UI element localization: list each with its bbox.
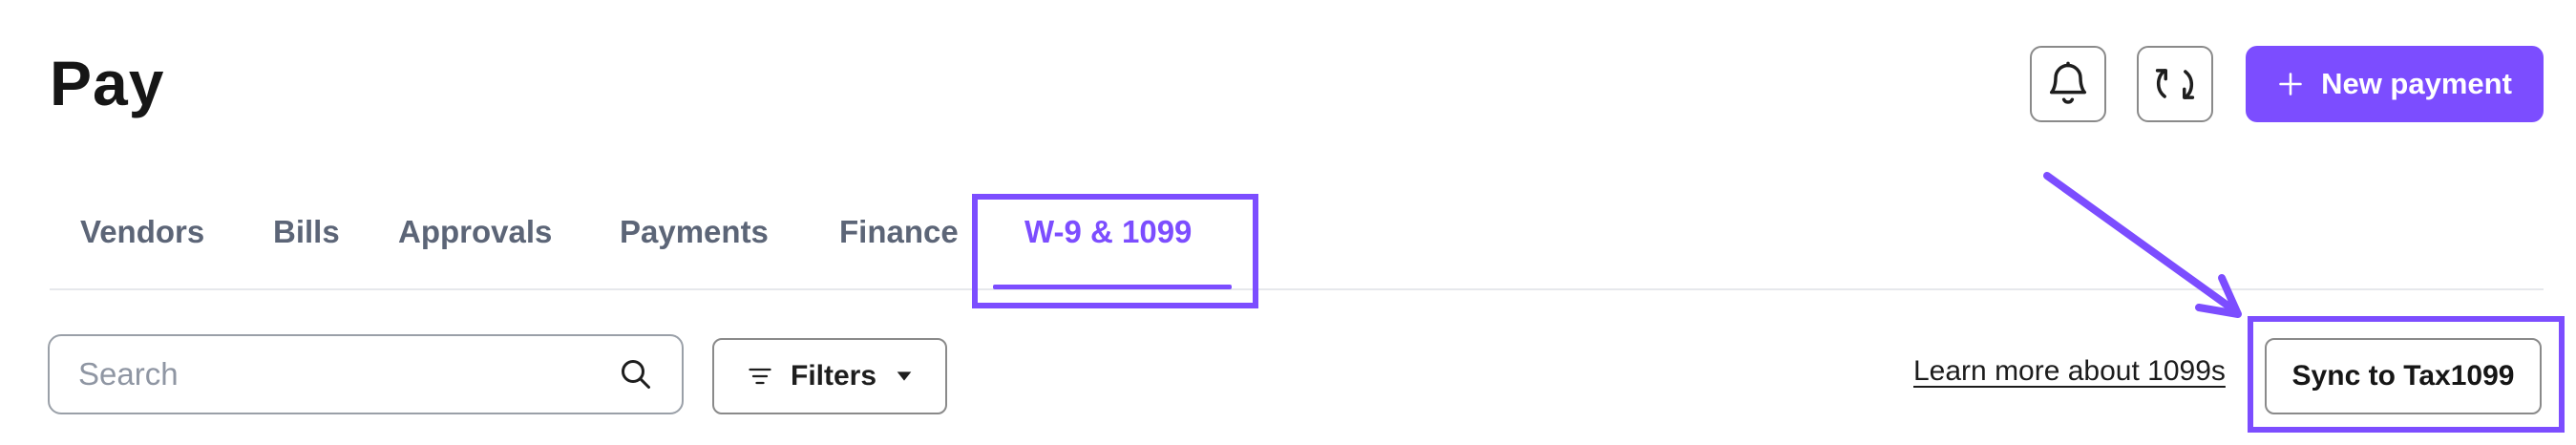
tab-finance[interactable]: Finance [839,214,959,250]
search-input[interactable] [78,356,619,392]
filter-lines-icon [749,368,771,385]
tab-bills[interactable]: Bills [273,214,340,250]
highlight-box-sync [2248,316,2565,433]
plus-icon [2279,73,2302,95]
sync-icon [2155,69,2195,99]
search-icon [622,360,650,389]
caret-down-icon [897,371,912,381]
filters-label: Filters [791,360,877,392]
page-title: Pay [50,48,165,118]
tab-bar: Vendors Bills Approvals Payments Finance… [50,191,2544,290]
refresh-button[interactable] [2137,46,2213,122]
new-payment-button[interactable]: New payment [2246,46,2544,122]
bell-icon [2049,61,2087,104]
tab-payments[interactable]: Payments [620,214,769,250]
notifications-button[interactable] [2030,46,2106,122]
tab-approvals[interactable]: Approvals [398,214,552,250]
search-box[interactable] [48,334,684,414]
tab-vendors[interactable]: Vendors [80,214,204,250]
highlight-box-tab [972,194,1258,308]
filters-button[interactable]: Filters [712,338,947,414]
learn-more-link[interactable]: Learn more about 1099s [1913,355,2226,388]
new-payment-label: New payment [2321,67,2512,100]
